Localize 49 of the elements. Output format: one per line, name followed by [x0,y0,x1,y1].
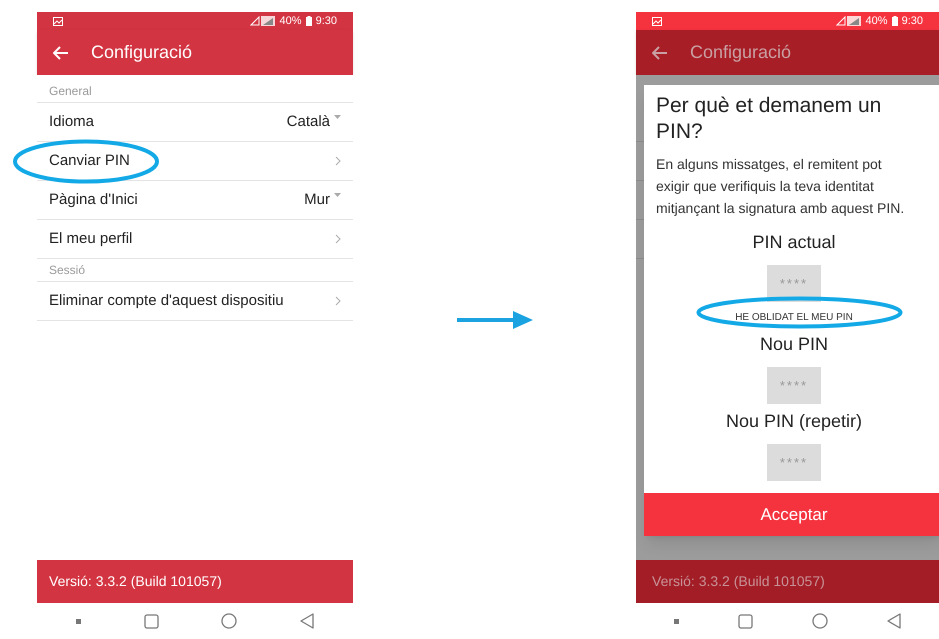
row-label: Eliminar compte d'aquest dispositiu [49,290,284,311]
back-icon[interactable] [300,613,314,629]
arrow-icon [456,310,532,330]
section-header: General [37,80,353,103]
image-icon [652,16,662,26]
home-icon[interactable] [812,613,828,629]
battery-level: 40% [280,14,302,29]
section-header: Sessió [37,259,353,282]
version-text: Versió: 3.3.2 (Build 101057) [49,572,222,591]
version-text: Versió: 3.3.2 (Build 101057) [652,572,825,591]
battery-icon [306,16,312,26]
chevron-right-icon [335,234,341,244]
settings-row[interactable]: Eliminar compte d'aquest dispositiu [37,282,353,321]
dialog-message: En alguns missatges, el remitent pot exigir que verifiquis la teva identitat mitjançant la signatura amb aquest PIN. [656,155,906,218]
row-value: Català [286,112,330,132]
accept-button[interactable]: Acceptar [644,493,939,536]
pin-field[interactable]: **** [767,367,821,404]
pin-field[interactable]: **** [767,444,821,481]
settings-row[interactable]: Idioma Català [37,103,353,142]
field-label: PIN actual [752,231,836,254]
settings-row[interactable]: Canviar PIN [37,142,353,181]
image-icon [53,16,63,26]
chevron-right-icon [335,296,341,306]
row-value: Mur [304,190,330,210]
row-label: Pàgina d'Inici [49,190,138,210]
screen-title: Configuració [91,41,192,64]
clock: 9:30 [316,14,337,29]
signal-icon [836,16,862,26]
row-label: El meu perfil [49,228,132,249]
back-icon[interactable] [887,613,902,629]
recent-apps-icon[interactable] [738,614,753,628]
recent-apps-icon[interactable] [144,614,159,628]
settings-row[interactable]: El meu perfil [37,220,353,259]
battery-icon [892,16,898,26]
dropdown-icon [334,192,341,197]
field-label: Nou PIN [760,333,828,356]
row-label: Idioma [49,112,94,132]
screen-title: Configuració [690,41,792,64]
battery-level: 40% [866,14,888,29]
clock: 9:30 [902,14,923,29]
row-label: Canviar PIN [49,150,130,171]
settings-row[interactable]: Pàgina d'Inici Mur [37,181,353,220]
chevron-right-icon [335,156,341,166]
field-label: Nou PIN (repetir) [726,410,862,433]
back-icon[interactable] [652,46,668,60]
dialog-title: Per què et demanem un PIN? [656,93,882,145]
signal-icon [250,16,276,26]
home-icon[interactable] [221,613,238,629]
dropdown-icon [334,114,341,119]
